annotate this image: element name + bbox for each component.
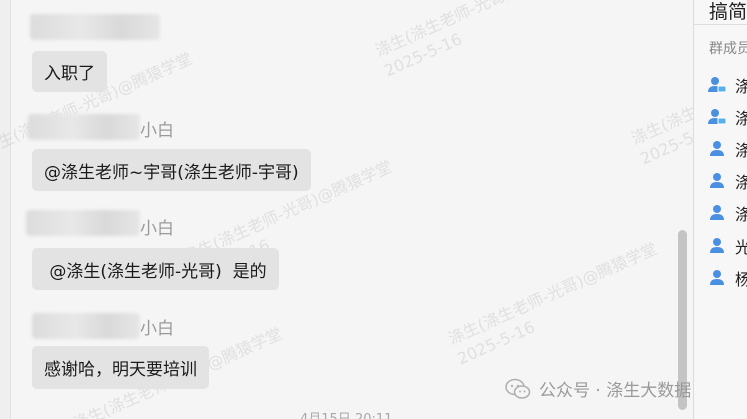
member-icon bbox=[710, 238, 724, 253]
member-name: 涤 bbox=[735, 169, 747, 193]
sender-name-suffix: 小白 bbox=[140, 121, 174, 141]
sidebar-divider bbox=[694, 24, 747, 25]
member-item[interactable]: 光 bbox=[707, 235, 747, 257]
sender-name-redacted bbox=[26, 210, 140, 236]
wechat-icon bbox=[505, 378, 531, 399]
message-bubble[interactable]: 入职了 bbox=[32, 51, 107, 92]
left-edge bbox=[0, 0, 11, 419]
member-item[interactable]: 涤 bbox=[707, 202, 747, 224]
member-icon bbox=[710, 205, 724, 220]
message-text: @涤生老师~宇哥(涤生老师-宇哥) bbox=[44, 162, 299, 183]
member-item[interactable]: 涤 bbox=[707, 170, 747, 192]
member-item[interactable]: 涤 bbox=[707, 74, 747, 96]
member-icon bbox=[710, 173, 724, 188]
message-text: 感谢哈，明天要培训 bbox=[44, 360, 197, 380]
sender-name-redacted bbox=[32, 313, 140, 339]
message-bubble[interactable]: 感谢哈，明天要培训 bbox=[32, 346, 209, 389]
members-section-label: 群成员 bbox=[709, 41, 747, 57]
timestamp: 4月15日 20:11 bbox=[300, 408, 392, 419]
sender-name-redacted bbox=[28, 114, 140, 140]
group-sidebar: 搞简 群成员 涤 涤 涤 涤 涤 光 杨 bbox=[693, 0, 747, 419]
sender-name-suffix: 小白 bbox=[140, 319, 174, 339]
member-device-icon bbox=[708, 77, 727, 93]
sender-name-redacted bbox=[30, 14, 160, 40]
sender-name-suffix: 小白 bbox=[140, 219, 174, 239]
message-text: @涤生(涤生老师-光哥) 是的 bbox=[44, 261, 267, 282]
member-name: 涤 bbox=[735, 201, 747, 225]
member-item[interactable]: 杨 bbox=[707, 267, 747, 289]
member-name: 光 bbox=[735, 234, 747, 258]
member-icon bbox=[710, 270, 724, 285]
message-bubble[interactable]: @涤生(涤生老师-光哥) 是的 bbox=[32, 248, 279, 290]
group-title: 搞简 bbox=[709, 1, 747, 23]
footer-watermark-text: 公众号 · 涤生大数据 bbox=[539, 381, 692, 401]
member-item[interactable]: 涤 bbox=[707, 138, 747, 160]
watermark: 涤生(涤生老师-光哥)@腾猿学堂2025-5-16 bbox=[628, 38, 693, 169]
member-name: 杨 bbox=[735, 266, 747, 290]
member-name: 涤 bbox=[735, 137, 747, 161]
footer-watermark: 公众号 · 涤生大数据 bbox=[505, 376, 691, 401]
member-icon bbox=[710, 141, 724, 156]
message-text: 入职了 bbox=[44, 64, 95, 84]
chat-panel: 涤生(涤生老师-光哥)@腾猿学堂 2025-5-16 涤生(涤生老师-光哥)@腾猿… bbox=[0, 0, 693, 419]
member-name: 涤 bbox=[735, 105, 747, 129]
member-device-icon bbox=[708, 109, 727, 125]
watermark: 涤生(涤生老师-光哥)@腾猿学堂2025-5-16 bbox=[445, 238, 660, 369]
message-bubble[interactable]: @涤生老师~宇哥(涤生老师-宇哥) bbox=[32, 149, 311, 191]
member-name: 涤 bbox=[735, 73, 747, 97]
member-item[interactable]: 涤 bbox=[707, 106, 747, 128]
watermark: 涤生(涤生老师-光哥)@腾猿学堂2025-5-16 bbox=[372, 0, 587, 81]
